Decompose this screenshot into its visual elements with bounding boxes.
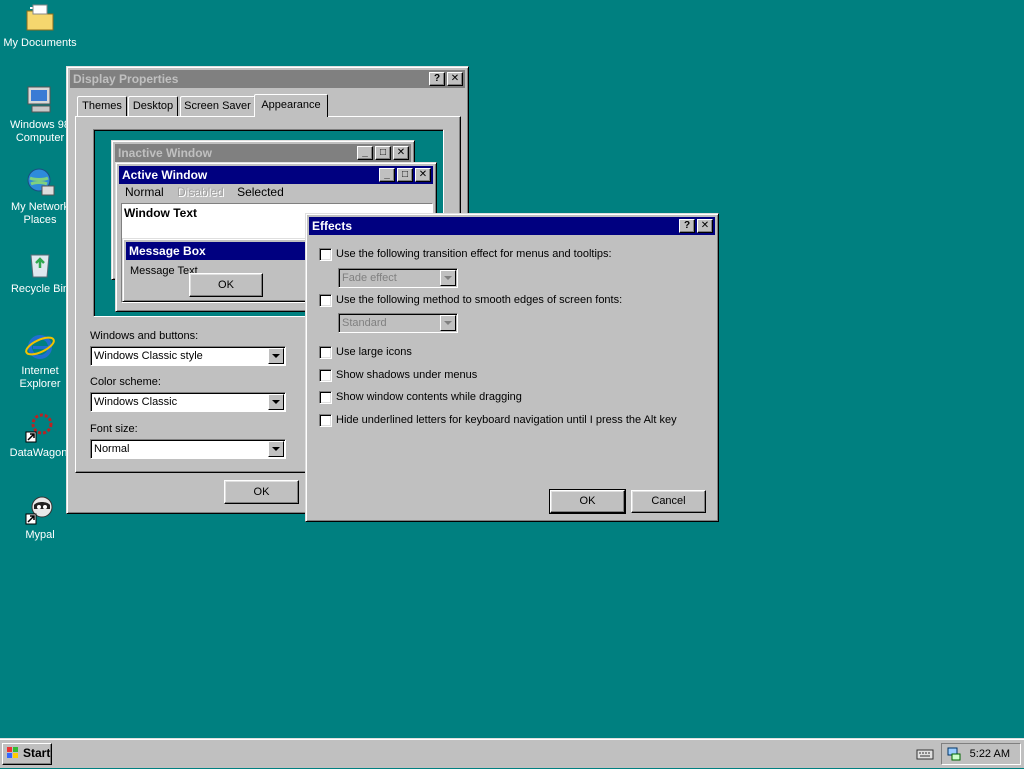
option-large-icons[interactable]: Use large icons — [319, 346, 412, 360]
start-label: Start — [23, 746, 51, 760]
chevron-down-icon[interactable] — [268, 348, 284, 364]
hide-underlines-checkbox[interactable] — [319, 414, 332, 427]
option-label: Show shadows under menus — [336, 369, 478, 381]
desktop-icon-my-documents[interactable]: My Documents — [0, 2, 80, 50]
menu-shadows-checkbox[interactable] — [319, 369, 332, 382]
large-icons-checkbox[interactable] — [319, 346, 332, 359]
minimize-icon: _ — [357, 146, 373, 160]
smooth-fonts-checkbox[interactable] — [319, 294, 332, 307]
button-label: OK — [579, 495, 596, 507]
tab-screen-saver[interactable]: Screen Saver — [180, 96, 255, 116]
datawagon-icon — [24, 412, 56, 444]
transition-effect-value: Fade effect — [342, 272, 397, 284]
maximize-icon: □ — [375, 146, 391, 160]
font-size-dropdown[interactable]: Normal — [90, 439, 286, 459]
help-button[interactable]: ? — [429, 72, 445, 86]
system-tray: 5:22 AM — [941, 743, 1021, 765]
font-size-label: Font size: — [90, 423, 138, 435]
option-smooth-fonts[interactable]: Use the following method to smooth edges… — [319, 294, 622, 308]
drag-contents-checkbox[interactable] — [319, 391, 332, 404]
display-properties-ok-button[interactable]: OK — [224, 480, 299, 504]
tab-label: Themes — [82, 100, 122, 112]
close-button[interactable]: ✕ — [697, 219, 713, 233]
option-hide-underlines[interactable]: Hide underlined letters for keyboard nav… — [319, 414, 677, 428]
maximize-icon: □ — [397, 168, 413, 182]
option-label: Use the following transition effect for … — [336, 248, 612, 260]
minimize-icon: _ — [379, 168, 395, 182]
preview-active-titlebar: Active Window _ □ ✕ — [119, 166, 433, 184]
option-label: Use large icons — [336, 346, 412, 358]
close-icon: ✕ — [393, 146, 409, 160]
effects-ok-button[interactable]: OK — [549, 489, 626, 514]
start-button[interactable]: Start — [2, 743, 52, 765]
transition-effect-checkbox[interactable] — [319, 248, 332, 261]
clock[interactable]: 5:22 AM — [970, 748, 1010, 760]
preview-message-box-title: Message Box — [129, 244, 206, 258]
network-icon — [24, 166, 56, 198]
preview-menu-selected: Selected — [237, 185, 284, 199]
windows-and-buttons-dropdown[interactable]: Windows Classic style — [90, 346, 286, 366]
option-label: Show window contents while dragging — [336, 391, 522, 403]
effects-title: Effects — [312, 219, 353, 233]
windows-and-buttons-label: Windows and buttons: — [90, 330, 199, 342]
chevron-down-icon[interactable] — [268, 394, 284, 410]
option-label: Hide underlined letters for keyboard nav… — [336, 414, 677, 426]
desktop-icon-label: My Documents — [3, 37, 77, 49]
close-button[interactable]: ✕ — [447, 72, 463, 86]
windows-and-buttons-value: Windows Classic style — [94, 350, 203, 362]
tab-desktop[interactable]: Desktop — [128, 96, 178, 116]
button-label: OK — [253, 486, 270, 498]
option-transition-effect[interactable]: Use the following transition effect for … — [319, 248, 612, 262]
preview-inactive-titlebar: Inactive Window _ □ ✕ — [115, 144, 411, 162]
option-menu-shadows[interactable]: Show shadows under menus — [319, 369, 477, 383]
preview-menu-disabled: Disabled — [177, 185, 224, 199]
tab-themes[interactable]: Themes — [77, 96, 127, 116]
internet-explorer-icon — [24, 330, 56, 362]
font-smoothing-dropdown[interactable]: Standard — [338, 313, 458, 333]
preview-window-text: Window Text — [124, 206, 197, 220]
folder-icon — [24, 2, 56, 34]
preview-message-text: Message Text — [130, 265, 198, 277]
color-scheme-value: Windows Classic — [94, 396, 178, 408]
windows-logo-icon — [6, 746, 20, 765]
display-properties-titlebar[interactable]: Display Properties ? ✕ — [70, 70, 465, 88]
font-smoothing-value: Standard — [342, 317, 387, 329]
chevron-down-icon[interactable] — [268, 441, 284, 457]
preview-menubar: Normal Disabled Selected — [125, 185, 284, 199]
font-size-value: Normal — [94, 443, 130, 455]
preview-message-box-titlebar: Message Box — [126, 242, 308, 260]
option-drag-contents[interactable]: Show window contents while dragging — [319, 391, 522, 405]
help-button[interactable]: ? — [679, 219, 695, 233]
desktop-icon-label: Mypal — [25, 529, 55, 541]
mypal-icon — [24, 494, 56, 526]
color-scheme-label: Color scheme: — [90, 376, 161, 388]
preview-inactive-title: Inactive Window — [118, 146, 212, 160]
keyboard-icon[interactable] — [916, 747, 934, 764]
chevron-down-icon[interactable] — [440, 315, 456, 331]
preview-active-title: Active Window — [122, 168, 208, 182]
close-icon: ✕ — [415, 168, 431, 182]
tab-label: Screen Saver — [184, 100, 251, 112]
effects-titlebar[interactable]: Effects ? ✕ — [309, 217, 715, 235]
chevron-down-icon[interactable] — [440, 270, 456, 286]
window-title: Display Properties — [73, 72, 179, 86]
transition-effect-dropdown[interactable]: Fade effect — [338, 268, 458, 288]
button-label: OK — [218, 279, 234, 291]
color-scheme-dropdown[interactable]: Windows Classic — [90, 392, 286, 412]
network-tray-icon[interactable] — [946, 746, 962, 769]
button-label: Cancel — [651, 495, 686, 507]
tab-label: Desktop — [132, 100, 174, 112]
preview-menu-normal: Normal — [125, 185, 164, 199]
computer-icon — [24, 84, 56, 116]
tab-label: Appearance — [261, 99, 321, 111]
tab-appearance[interactable]: Appearance — [254, 94, 328, 117]
option-label: Use the following method to smooth edges… — [336, 294, 623, 306]
taskbar: Start 5:22 AM — [0, 738, 1024, 768]
recycle-bin-icon — [24, 248, 56, 280]
preview-ok-button: OK — [189, 273, 263, 297]
effects-cancel-button[interactable]: Cancel — [631, 490, 706, 513]
